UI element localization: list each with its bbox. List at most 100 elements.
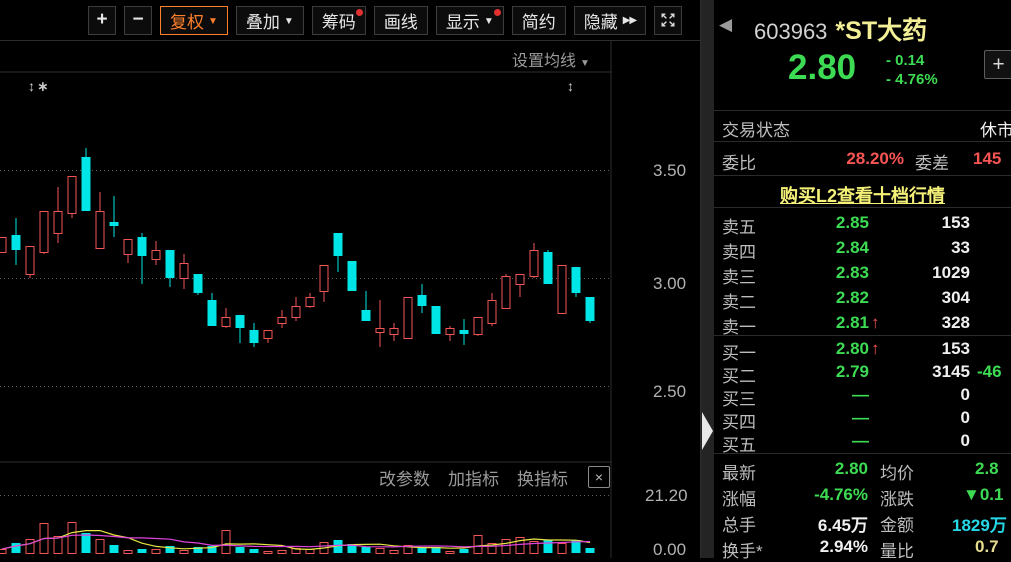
volume-bar-up [558, 544, 566, 554]
volume-bar-down [82, 533, 91, 553]
zoom-in-button[interactable]: + [88, 6, 116, 35]
stat-value: 1829万 [952, 511, 1007, 536]
level-price[interactable]: 2.81 [714, 313, 869, 333]
level-quantity: 153 [874, 339, 970, 359]
order-book-row-买一: 买一2.80↑153 [714, 339, 1011, 363]
candle-body-down [208, 300, 217, 326]
divider [714, 453, 1011, 454]
volume-bar-up [376, 549, 384, 554]
toolbar-button-复权[interactable]: 复权 ▼ [160, 6, 228, 35]
candle-body-down [12, 235, 21, 250]
weibi-row: 委比 28.20% 委差 145 [714, 149, 1011, 175]
candle-body-up [488, 301, 496, 324]
close-indicator-button[interactable]: × [588, 466, 610, 488]
candle-body-down [166, 250, 175, 278]
last-price: 2.80 [788, 48, 856, 88]
zoom-out-button[interactable]: − [124, 6, 152, 35]
level-price[interactable]: — [714, 385, 869, 405]
candle-body-down [138, 237, 147, 256]
volume-bar-up [306, 550, 314, 554]
candle-body-up [292, 307, 300, 318]
candle-body-up [96, 212, 104, 249]
add-to-watchlist-button[interactable]: + [984, 50, 1011, 79]
buy-l2-link[interactable]: 购买L2查看十档行情 [780, 186, 945, 206]
divider [714, 207, 1011, 208]
level-price[interactable]: 2.79 [714, 362, 869, 382]
volume-bar-up [26, 540, 34, 554]
l2-link-row: 购买L2查看十档行情 [714, 182, 1011, 206]
toolbar-button-画线[interactable]: 画线 [374, 6, 428, 35]
volume-axis-label-bottom: 0.00 [653, 540, 686, 560]
indicator-action-改参数[interactable]: 改参数 [379, 465, 430, 490]
candle-body-up [68, 177, 76, 214]
candle-body-up [530, 251, 538, 277]
volume-bar-down [418, 548, 427, 553]
level-price[interactable]: 2.80 [714, 339, 869, 359]
level-extra-value: -46 [977, 362, 1002, 382]
volume-bar-up [0, 550, 6, 554]
toolbar-button-筹码[interactable]: 筹码 [312, 6, 366, 35]
candle-body-up [222, 318, 230, 327]
level-price[interactable]: 2.85 [714, 213, 869, 233]
stat-value: 0.7 [975, 537, 999, 557]
order-book-row-买三: 买三—0 [714, 385, 1011, 409]
level-price[interactable]: 2.82 [714, 288, 869, 308]
double-chevron-right-icon: ▶▶ [623, 15, 636, 26]
fullscreen-button[interactable] [654, 6, 682, 35]
toolbar-button-叠加[interactable]: 叠加▼ [236, 6, 304, 35]
candle-body-up [502, 277, 510, 309]
stat-row: 涨幅-4.76%涨跌▼0.1 [714, 485, 1011, 510]
volume-bar-up [502, 540, 510, 554]
toolbar-button-label: 复权 [170, 8, 204, 33]
divider [714, 110, 1011, 111]
stat-label: 涨跌 [880, 485, 914, 510]
candle-body-up [54, 212, 62, 234]
candle-body-down [334, 233, 343, 256]
indicator-action-换指标[interactable]: 换指标 [517, 465, 568, 490]
event-marker-right: ↕ [567, 78, 576, 94]
level-price[interactable]: 2.83 [714, 263, 869, 283]
volume-bar-down [544, 540, 553, 553]
stat-row: 最新2.80均价2.8 [714, 459, 1011, 484]
volume-bar-up [474, 536, 482, 554]
level-quantity: 328 [874, 313, 970, 333]
level-price[interactable]: — [714, 431, 869, 451]
collapse-panel-arrow-icon[interactable] [702, 412, 713, 450]
stat-label: 均价 [880, 459, 914, 484]
candle-body-up [376, 329, 384, 333]
toolbar-button-简约[interactable]: 简约 [512, 6, 566, 35]
chevron-down-icon: ▼ [208, 16, 218, 27]
level-quantity: 3145 [874, 362, 970, 382]
toolbar-button-隐藏[interactable]: 隐藏▶▶ [574, 6, 646, 35]
indicator-action-加指标[interactable]: 加指标 [448, 465, 499, 490]
stat-label: 最新 [722, 459, 756, 484]
volume-bar-up [278, 551, 286, 554]
candle-body-down [572, 267, 581, 293]
stat-label: 换手* [722, 537, 763, 562]
panel-splitter[interactable] [700, 0, 714, 558]
toolbar-button-显示[interactable]: 显示▼ [436, 6, 504, 35]
level-quantity: 304 [874, 288, 970, 308]
volume-bar-down [138, 549, 147, 553]
app-window: { "toolbar": { "zoom_in": "+", "zoom_out… [0, 0, 1011, 558]
stock-name: *ST大药 [835, 17, 927, 45]
order-book-row-卖五: 卖五2.85153 [714, 213, 1011, 237]
chevron-down-icon: ▼ [484, 16, 494, 27]
trading-status-label: 交易状态 [722, 116, 790, 141]
candle-body-up [40, 212, 48, 253]
back-arrow-icon[interactable]: ◀ [719, 15, 732, 35]
stat-row: 换手*2.94%量比0.7 [714, 537, 1011, 562]
weicha-value: 145 [973, 149, 1001, 169]
volume-bar-up [124, 551, 132, 554]
stat-label: 量比 [880, 537, 914, 562]
divider [714, 335, 1011, 336]
stat-value: -4.76% [758, 485, 868, 505]
stock-code: 603963 [754, 19, 827, 44]
candle-body-down [82, 157, 91, 211]
candle-body-up [446, 329, 454, 335]
volume-bar-down [460, 549, 469, 553]
level-price[interactable]: 2.84 [714, 238, 869, 258]
level-price[interactable]: — [714, 408, 869, 428]
volume-bar-up [54, 537, 62, 554]
candle-body-up [180, 264, 188, 279]
